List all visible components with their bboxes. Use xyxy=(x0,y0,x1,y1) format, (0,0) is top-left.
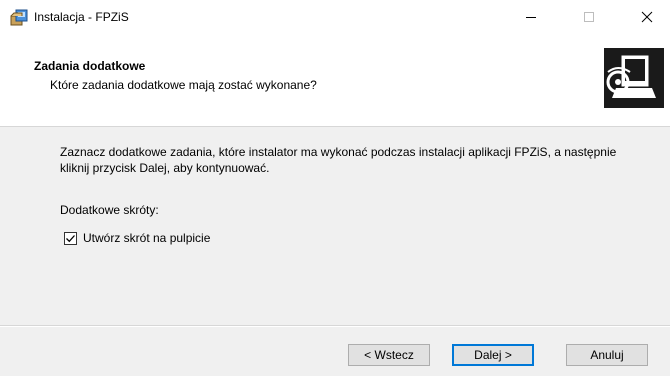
wizard-header: Zadania dodatkowe Które zadania dodatkow… xyxy=(0,34,670,127)
checkmark-icon xyxy=(66,234,75,242)
desktop-shortcut-checkbox[interactable] xyxy=(64,231,77,245)
footer-divider-highlight xyxy=(0,326,670,327)
minimize-button[interactable] xyxy=(508,0,554,34)
cancel-button[interactable]: Anuluj xyxy=(566,344,648,366)
maximize-button[interactable] xyxy=(566,0,612,34)
task-desktop-shortcut[interactable]: Utwórz skrót na pulpicie xyxy=(64,228,210,248)
back-button[interactable]: < Wstecz xyxy=(348,344,430,366)
computer-cd-icon xyxy=(604,48,664,108)
title-bar: Instalacja - FPZiS xyxy=(0,0,670,34)
wizard-content: Zaznacz dodatkowe zadania, które instala… xyxy=(0,127,670,325)
maximize-icon xyxy=(584,12,594,22)
close-icon xyxy=(641,11,653,23)
checkbox-label: Utwórz skrót na pulpicie xyxy=(83,231,211,245)
section-label: Dodatkowe skróty: xyxy=(60,203,159,217)
page-title: Zadania dodatkowe xyxy=(34,59,146,73)
page-subtitle: Które zadania dodatkowe mają zostać wyko… xyxy=(50,78,317,92)
minimize-icon xyxy=(526,17,536,18)
task-description: Zaznacz dodatkowe zadania, które instala… xyxy=(60,145,617,175)
close-button[interactable] xyxy=(624,0,670,34)
window-title: Instalacja - FPZiS xyxy=(34,10,129,24)
installer-box-icon xyxy=(10,8,28,26)
next-button[interactable]: Dalej > xyxy=(452,344,534,366)
